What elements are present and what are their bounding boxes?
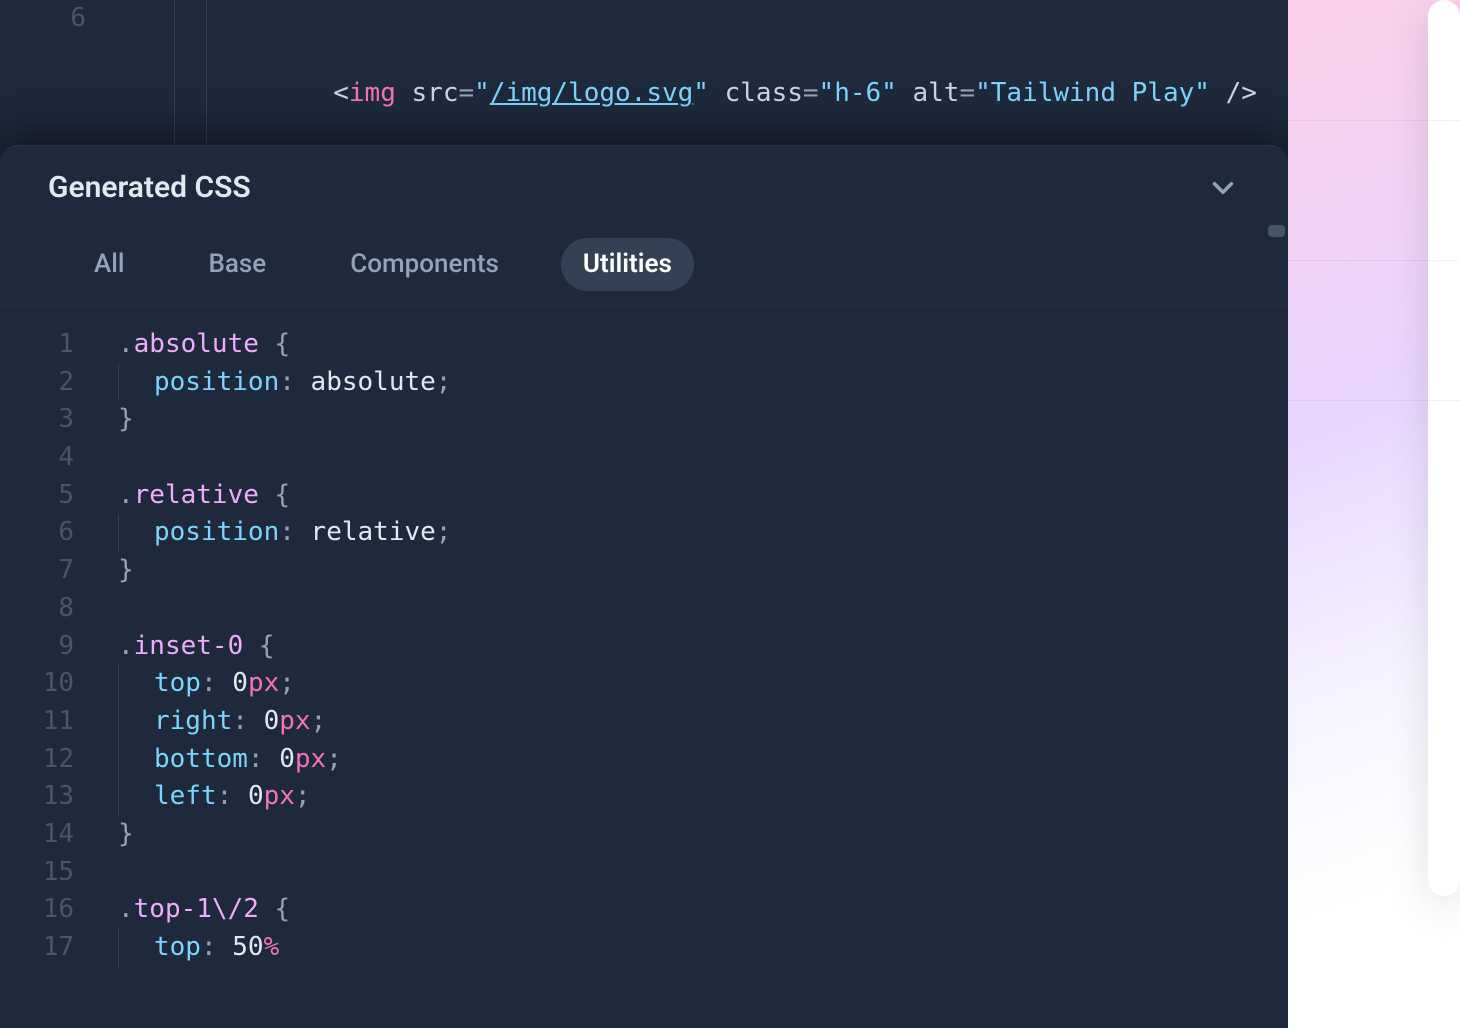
preview-card — [1428, 0, 1460, 896]
line-number: 7 — [0, 552, 100, 590]
line-number: 5 — [0, 477, 100, 515]
code-line[interactable]: 7} — [0, 552, 1288, 590]
line-number: 10 — [0, 665, 100, 703]
code-line[interactable]: 9.inset-0 { — [0, 628, 1288, 666]
tab-base[interactable]: Base — [187, 238, 289, 292]
line-number: 9 — [0, 628, 100, 666]
line-number: 6 — [0, 0, 124, 145]
line-number: 13 — [0, 778, 100, 816]
tab-utilities[interactable]: Utilities — [561, 238, 694, 292]
code-line[interactable]: 8 — [0, 590, 1288, 628]
preview-pane — [1288, 0, 1460, 1028]
chevron-down-icon[interactable] — [1206, 171, 1240, 205]
line-number: 8 — [0, 590, 100, 628]
code-line[interactable]: 10top: 0px; — [0, 665, 1288, 703]
code-line[interactable]: 4 — [0, 439, 1288, 477]
code-line[interactable]: 6 <img src="/img/logo.svg" class="h-6" a… — [0, 0, 1288, 145]
code-line[interactable]: 11right: 0px; — [0, 703, 1288, 741]
line-number: 17 — [0, 929, 100, 967]
code-line[interactable]: 15 — [0, 854, 1288, 892]
line-number: 16 — [0, 891, 100, 929]
line-number: 4 — [0, 439, 100, 477]
code-line[interactable]: 12bottom: 0px; — [0, 741, 1288, 779]
code-line[interactable]: 2position: absolute; — [0, 364, 1288, 402]
panel-title: Generated CSS — [48, 166, 251, 210]
code-line[interactable]: 14} — [0, 816, 1288, 854]
line-number: 6 — [0, 514, 100, 552]
code-line[interactable]: 5.relative { — [0, 477, 1288, 515]
line-number: 2 — [0, 364, 100, 402]
code-line[interactable]: 3} — [0, 401, 1288, 439]
html-editor[interactable]: 6 <img src="/img/logo.svg" class="h-6" a… — [0, 0, 1288, 145]
code-line[interactable]: 16.top-1\/2 { — [0, 891, 1288, 929]
tab-components[interactable]: Components — [328, 238, 521, 292]
line-number: 3 — [0, 401, 100, 439]
line-number: 11 — [0, 703, 100, 741]
generated-css-panel: Generated CSS All Base Components Utilit… — [0, 145, 1288, 1028]
css-editor[interactable]: 1.absolute {2position: absolute;3}4 5.re… — [0, 316, 1288, 1028]
line-number: 12 — [0, 741, 100, 779]
code-line[interactable]: 1.absolute { — [0, 326, 1288, 364]
code-line[interactable]: 13left: 0px; — [0, 778, 1288, 816]
code-line[interactable]: 6position: relative; — [0, 514, 1288, 552]
line-number: 15 — [0, 854, 100, 892]
scrollbar-thumb[interactable] — [1268, 225, 1285, 237]
code-line[interactable]: 17top: 50% — [0, 929, 1288, 967]
line-number: 14 — [0, 816, 100, 854]
tab-all[interactable]: All — [72, 238, 147, 292]
line-number: 1 — [0, 326, 100, 364]
css-tabbar: All Base Components Utilities — [0, 238, 1288, 307]
